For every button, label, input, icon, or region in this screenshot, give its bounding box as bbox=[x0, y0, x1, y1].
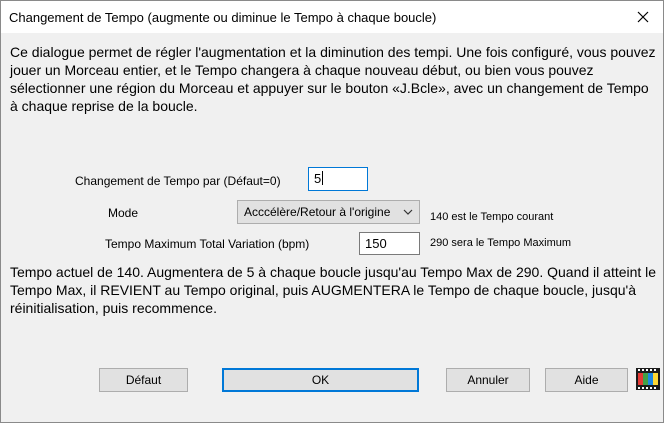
max-variation-label: Tempo Maximum Total Variation (bpm) bbox=[105, 237, 310, 251]
default-button[interactable]: Défaut bbox=[99, 368, 188, 392]
max-variation-input[interactable]: 150 bbox=[359, 232, 420, 255]
mode-selected-value: Acccélère/Retour à l'origine bbox=[244, 205, 391, 219]
film-button[interactable] bbox=[635, 366, 661, 392]
summary-text: Tempo actuel de 140. Augmentera de 5 à c… bbox=[10, 264, 657, 316]
title-bar: Changement de Tempo (augmente ou diminue… bbox=[1, 1, 663, 33]
text-caret bbox=[322, 171, 324, 185]
window-title: Changement de Tempo (augmente ou diminue… bbox=[9, 10, 437, 25]
mode-label: Mode bbox=[108, 206, 139, 220]
close-icon bbox=[637, 11, 649, 23]
intro-text: Ce dialogue permet de régler l'augmentat… bbox=[10, 44, 656, 114]
max-tempo-note: 290 sera le Tempo Maximum bbox=[430, 237, 572, 249]
chevron-down-icon bbox=[403, 209, 413, 215]
tempo-change-dialog: Changement de Tempo (augmente ou diminue… bbox=[0, 0, 664, 423]
film-icon bbox=[636, 368, 660, 390]
help-button[interactable]: Aide bbox=[545, 368, 628, 392]
tempo-change-input[interactable]: 5 bbox=[308, 167, 368, 191]
cancel-button[interactable]: Annuler bbox=[446, 368, 530, 392]
tempo-change-value: 5 bbox=[314, 171, 322, 186]
current-tempo-note: 140 est le Tempo courant bbox=[430, 211, 554, 223]
close-button[interactable] bbox=[623, 1, 663, 33]
ok-button[interactable]: OK bbox=[222, 368, 419, 392]
mode-select[interactable]: Acccélère/Retour à l'origine bbox=[237, 200, 420, 224]
tempo-change-label: Changement de Tempo par (Défaut=0) bbox=[75, 174, 281, 188]
max-variation-value: 150 bbox=[365, 236, 387, 251]
